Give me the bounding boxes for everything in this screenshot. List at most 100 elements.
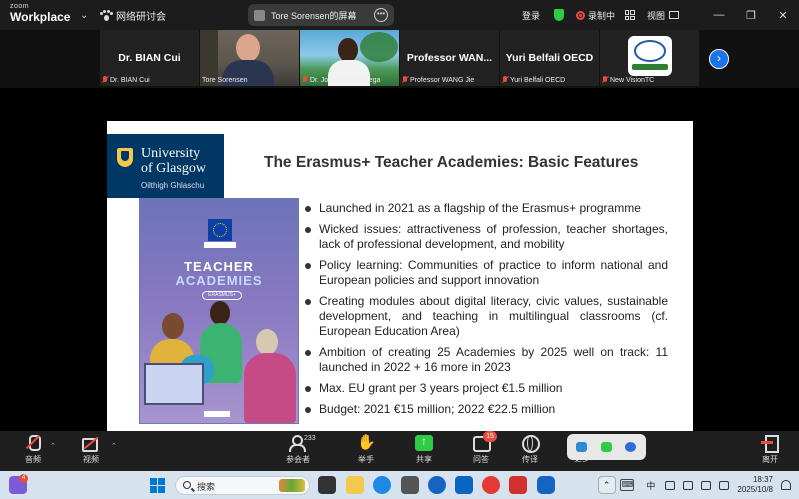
participant-tile[interactable]: Yuri Belfali OECD Yuri Belfali OECD [500, 30, 599, 86]
mic-muted-icon [102, 76, 108, 84]
shared-screen: University of Glasgow Oilthigh Ghlaschu … [0, 88, 799, 431]
more-options-icon[interactable]: ••• [374, 8, 388, 22]
raise-hand-button[interactable]: 举手 [336, 433, 396, 465]
bullet-item: Budget: 2021 €15 million; 2022 €22.5 mil… [305, 402, 668, 417]
shield-icon[interactable] [553, 9, 564, 21]
participants-button[interactable]: 233 参会者 [268, 435, 328, 465]
qa-count-badge: 15 [483, 431, 497, 442]
microphone-muted-icon [24, 435, 42, 451]
sharing-label: Tore Sorensen的屏幕 [271, 10, 357, 21]
participant-display-name: Professor WAN... [406, 52, 493, 64]
recording-indicator[interactable]: 录制中 [575, 9, 615, 22]
file-explorer-icon[interactable] [346, 476, 364, 494]
zoom-tray-icon[interactable] [625, 442, 636, 452]
participants-count: 233 [304, 435, 316, 442]
zoom-logo: zoom Workplace [10, 3, 70, 23]
audio-button[interactable]: 音频 [3, 435, 63, 465]
mic-muted-icon [502, 76, 508, 84]
participants-icon: 233 [289, 435, 316, 452]
crest-icon [117, 148, 133, 167]
bullet-item: Policy learning: Communities of practice… [305, 258, 668, 288]
bullet-item: Launched in 2021 as a flagship of the Er… [305, 201, 668, 216]
university-name-line1: University [141, 146, 201, 161]
zoom-taskbar-icon[interactable] [537, 476, 555, 494]
globe-icon [521, 435, 540, 453]
participant-caption: New VisionTC [610, 76, 655, 84]
task-view-icon[interactable] [318, 476, 336, 494]
interpretation-button[interactable]: 传译 [500, 435, 560, 465]
university-logo: University of Glasgow Oilthigh Ghlaschu [107, 134, 224, 198]
meeting-info[interactable]: 网络研讨会 [100, 8, 166, 23]
clock-date: 2025/10/8 [737, 485, 773, 494]
qa-icon: 15 [472, 431, 497, 452]
participant-tile[interactable]: Dr. Joseph Agbenyega [300, 30, 399, 86]
edge-icon[interactable] [373, 476, 391, 494]
video-button[interactable]: 视频 [61, 435, 121, 465]
participant-caption: Yuri Belfali OECD [510, 76, 566, 84]
next-page-button[interactable]: › [709, 49, 729, 69]
restore-button[interactable]: ❐ [735, 9, 767, 22]
close-button[interactable]: ✕ [767, 9, 799, 22]
cover-title-line2: ACADEMIES [175, 273, 263, 288]
record-icon [575, 10, 585, 20]
share-screen-button[interactable]: 共享 [394, 434, 454, 465]
ime-indicator[interactable]: 中 [646, 479, 655, 492]
windows-start-icon[interactable] [150, 478, 165, 493]
meeting-name: 网络研讨会 [116, 12, 166, 23]
participant-caption: Professor WANG Jie [410, 76, 475, 84]
new-vision-logo [628, 36, 672, 76]
bullet-item: Ambition of creating 25 Academies by 202… [305, 345, 668, 375]
taskbar-search[interactable]: 搜索 [175, 476, 310, 495]
windows-taskbar: 4 搜索 ⌃ ⌨ 中 18:37 2025/10/8 [0, 471, 799, 499]
chevron-down-icon[interactable]: ⌄ [80, 10, 88, 21]
participant-tile[interactable]: Professor WAN... Professor WANG Jie [400, 30, 499, 86]
minimize-button[interactable]: — [703, 9, 735, 21]
mic-muted-icon [602, 76, 608, 84]
search-icon [183, 481, 191, 489]
bullet-item: Max. EU grant per 3 years project €1.5 m… [305, 381, 668, 396]
wifi-icon[interactable] [683, 480, 694, 490]
paw-icon [100, 9, 113, 22]
share-arrow-icon [415, 434, 433, 451]
layout-icon[interactable] [665, 480, 676, 490]
teacher-academies-cover: TEACHER ACADEMIES ERASMUS+ [139, 198, 299, 424]
view-button[interactable]: 视图 [647, 9, 665, 22]
cover-title-line1: TEACHER [184, 259, 254, 274]
participant-display-name: Yuri Belfali OECD [505, 52, 594, 64]
clock-time: 18:37 [752, 475, 773, 484]
notification-bell-icon[interactable] [781, 480, 791, 490]
apps-grid-icon[interactable] [624, 10, 635, 20]
participant-tile[interactable]: Dr. BIAN Cui Dr. BIAN Cui [100, 30, 199, 86]
battery-icon[interactable] [719, 480, 730, 490]
chevron-up-icon[interactable]: ⌃ [603, 480, 611, 491]
onedrive-icon[interactable] [576, 442, 587, 452]
wechat-icon[interactable] [601, 442, 612, 452]
eu-flag-icon [208, 219, 232, 241]
view-icon[interactable] [669, 11, 679, 19]
brand-top: zoom [10, 3, 30, 10]
volume-icon[interactable] [701, 480, 712, 490]
audio-label: 音频 [25, 455, 41, 464]
brand-bottom: Workplace [10, 10, 71, 24]
login-button[interactable]: 登录 [522, 9, 540, 22]
search-highlight-image [279, 479, 305, 492]
participant-strip: Dr. BIAN Cui Dr. BIAN Cui Tore Sorensen … [0, 30, 799, 88]
store-icon[interactable] [401, 476, 419, 494]
outlook-icon[interactable] [455, 476, 473, 494]
bullet-list: Launched in 2021 as a flagship of the Er… [305, 201, 668, 423]
chrome-icon[interactable] [482, 476, 500, 494]
participant-caption: Dr. BIAN Cui [110, 76, 150, 84]
clock[interactable]: 18:37 2025/10/8 [737, 475, 773, 495]
eu-label [204, 242, 236, 248]
leave-button[interactable]: 离开 [740, 435, 799, 465]
keyboard-icon[interactable]: ⌨ [620, 479, 635, 491]
participant-tile-active-speaker[interactable]: Tore Sorensen [200, 30, 299, 86]
hp-icon[interactable] [428, 476, 446, 494]
recording-label: 录制中 [587, 10, 615, 21]
video-options-caret[interactable]: ⌃ [111, 442, 117, 450]
wps-icon[interactable] [509, 476, 527, 494]
widgets-badge: 4 [19, 474, 28, 483]
system-tray: ⌃ ⌨ 中 18:37 2025/10/8 [603, 471, 799, 499]
audio-options-caret[interactable]: ⌃ [50, 442, 56, 450]
screen-share-indicator[interactable]: Tore Sorensen的屏幕 ••• [248, 4, 394, 26]
